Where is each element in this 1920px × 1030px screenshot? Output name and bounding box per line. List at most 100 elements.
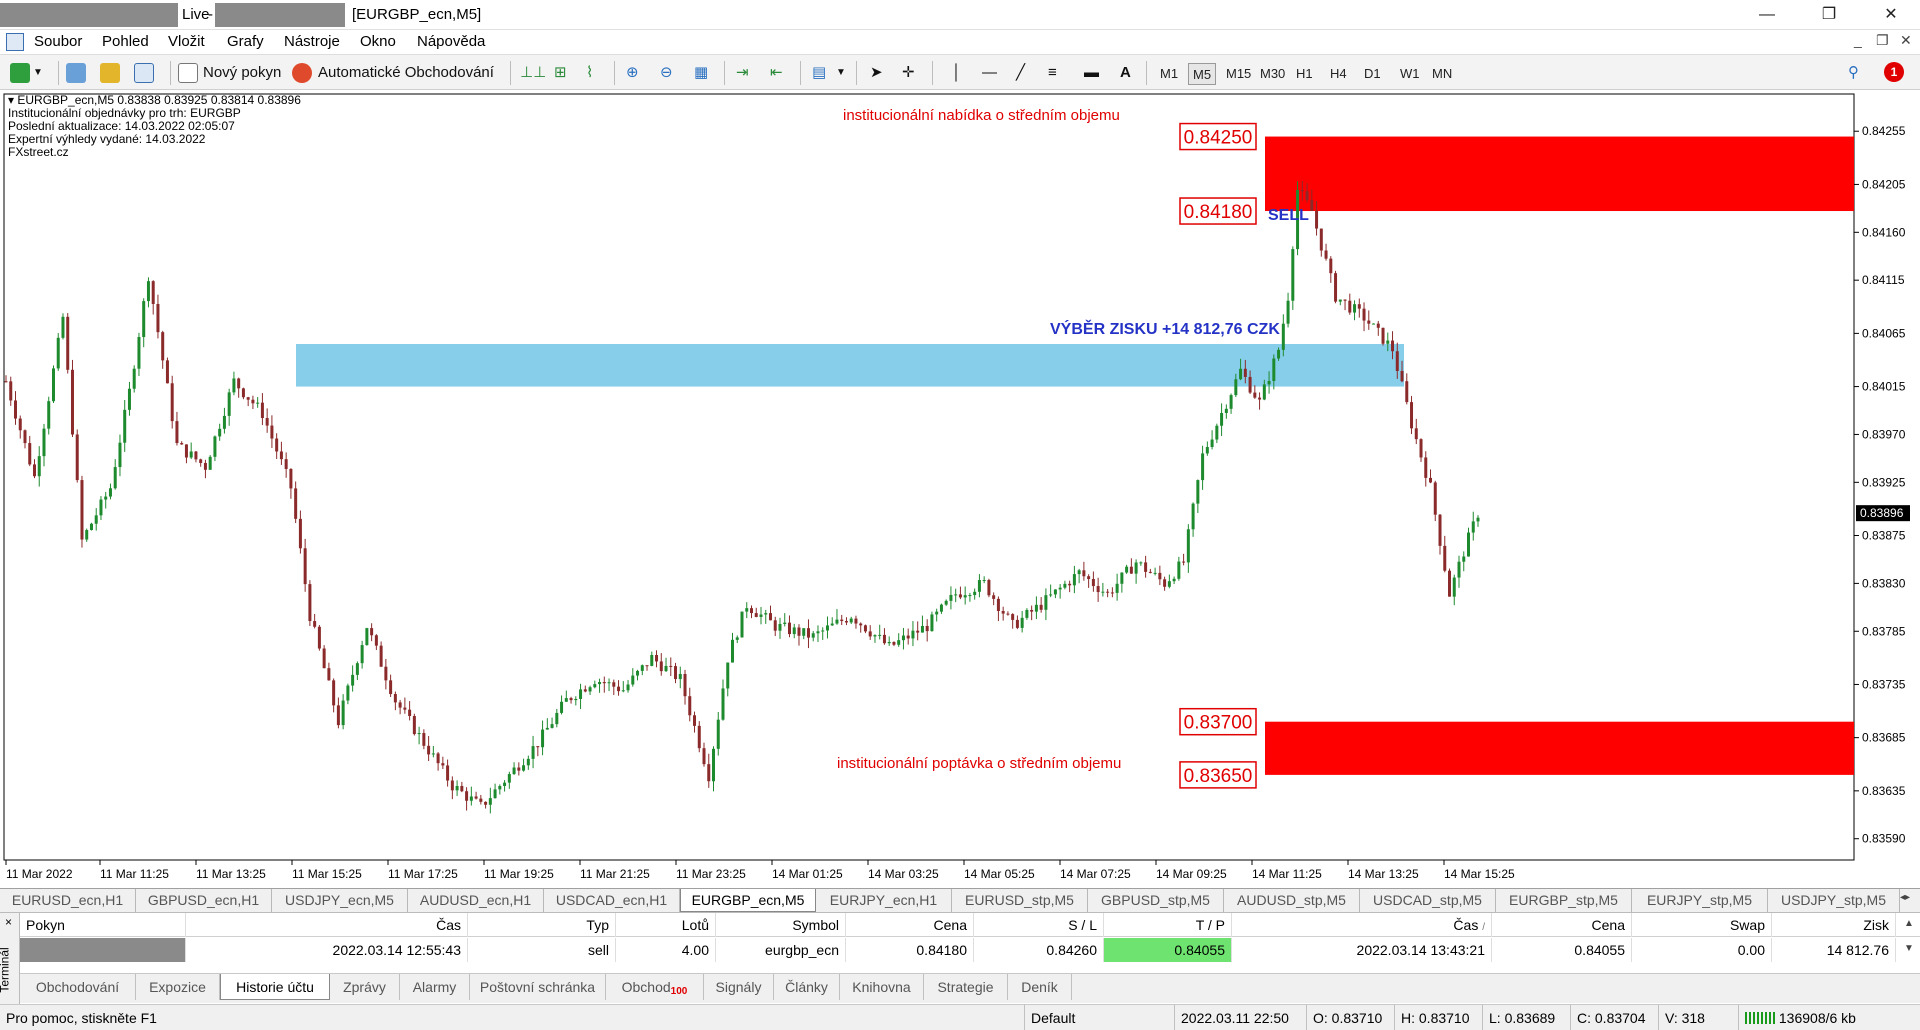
timeframe-m30[interactable]: M30 xyxy=(1256,63,1289,85)
child-minimize-button[interactable]: _ xyxy=(1854,32,1862,48)
autoscroll-icon[interactable]: ⇥ xyxy=(736,61,749,85)
symbol-tab-active[interactable]: EURGBP_ecn,M5 xyxy=(680,889,816,912)
col-lots[interactable]: Lotů xyxy=(616,913,716,937)
symbol-tab[interactable]: EURUSD_ecn,H1 xyxy=(0,889,136,912)
tab-market[interactable]: Obchod100 xyxy=(606,974,704,1000)
menu-insert[interactable]: Vložit xyxy=(168,33,205,50)
menu-window[interactable]: Okno xyxy=(360,33,396,50)
timeframe-mn[interactable]: MN xyxy=(1428,63,1456,85)
timeframe-d1[interactable]: D1 xyxy=(1360,63,1385,85)
tile-windows-icon[interactable]: ▦ xyxy=(694,61,708,85)
auto-trading-button[interactable]: Automatické Obchodování xyxy=(318,61,494,85)
menu-view[interactable]: Pohled xyxy=(102,33,149,50)
candle-body xyxy=(427,745,431,755)
col-close-price[interactable]: Cena xyxy=(1492,913,1632,937)
price-tick-label: 0.83875 xyxy=(1862,529,1906,543)
tab-signals[interactable]: Signály xyxy=(704,974,774,1000)
chart-window[interactable]: 0.84255 0.84205 0.84160 0.84115 0.84065 0.840… xyxy=(0,90,1920,890)
horizontal-line-icon[interactable]: — xyxy=(982,61,997,85)
chart-shift-icon[interactable]: ⇤ xyxy=(770,61,783,85)
bar-chart-icon[interactable]: ⊥⊥ xyxy=(520,61,546,85)
status-profile[interactable]: Default xyxy=(1024,1005,1174,1030)
tab-library[interactable]: Knihovna xyxy=(840,974,924,1000)
symbol-tab[interactable]: AUDUSD_stp,M5 xyxy=(1224,889,1360,912)
favorites-icon[interactable] xyxy=(100,63,120,83)
scroll-down-icon[interactable]: ▼ xyxy=(1904,943,1914,954)
tab-account-history[interactable]: Historie účtu xyxy=(220,974,330,1000)
status-connection[interactable]: 136908/6 kb xyxy=(1738,1005,1920,1030)
close-button[interactable]: ✕ xyxy=(1868,0,1914,30)
zoom-out-icon[interactable]: ⊖ xyxy=(660,61,673,85)
menu-file[interactable]: Soubor xyxy=(34,33,82,50)
minimize-button[interactable]: — xyxy=(1744,0,1790,30)
symbol-tab[interactable]: USDCAD_ecn,H1 xyxy=(544,889,680,912)
navigator-icon[interactable] xyxy=(134,63,154,83)
col-tp[interactable]: T / P xyxy=(1104,913,1232,937)
symbol-tab[interactable]: AUDUSD_ecn,H1 xyxy=(408,889,544,912)
alert-badge[interactable]: 1 xyxy=(1884,62,1904,82)
symbol-tab[interactable]: GBPUSD_stp,M5 xyxy=(1088,889,1224,912)
symbol-tab[interactable]: EURJPY_ecn,H1 xyxy=(816,889,952,912)
tab-exposure[interactable]: Expozice xyxy=(136,974,220,1000)
symbol-tab[interactable]: EURUSD_stp,M5 xyxy=(952,889,1088,912)
candle-chart-icon[interactable]: ⊞ xyxy=(554,61,567,85)
col-close-time[interactable]: Čas / xyxy=(1232,913,1492,937)
timeframe-m15[interactable]: M15 xyxy=(1222,63,1255,85)
new-order-button[interactable]: Nový pokyn xyxy=(203,61,281,85)
line-chart-icon[interactable]: ⌇ xyxy=(586,61,593,85)
symbol-tab[interactable]: EURGBP_stp,M5 xyxy=(1496,889,1632,912)
timeframe-h4[interactable]: H4 xyxy=(1326,63,1351,85)
col-sl[interactable]: S / L xyxy=(974,913,1104,937)
new-chart-icon[interactable] xyxy=(10,63,30,83)
tab-mailbox[interactable]: Poštovní schránka xyxy=(470,974,606,1000)
timeframe-m5[interactable]: M5 xyxy=(1188,63,1217,85)
col-order[interactable]: Pokyn xyxy=(20,913,186,937)
tab-journal[interactable]: Deník xyxy=(1008,974,1072,1000)
maximize-button[interactable]: ❐ xyxy=(1806,0,1852,30)
tab-alerts[interactable]: Alarmy xyxy=(400,974,470,1000)
col-time[interactable]: Čas xyxy=(186,913,468,937)
cursor-icon[interactable]: ➤ xyxy=(870,61,883,85)
timeframe-h1[interactable]: H1 xyxy=(1292,63,1317,85)
text-tool-icon[interactable]: A xyxy=(1120,61,1131,85)
symbol-tab[interactable]: USDCAD_stp,M5 xyxy=(1360,889,1496,912)
indicators-dropdown-icon[interactable]: ▼ xyxy=(836,61,846,85)
symbol-tab[interactable]: USDJPY_stp,M5 xyxy=(1768,889,1900,912)
col-type[interactable]: Typ xyxy=(468,913,616,937)
tab-scroll-icon[interactable]: ◂▸ xyxy=(1900,892,1910,903)
rectangle-icon[interactable]: ▬ xyxy=(1084,61,1099,85)
trendline-icon[interactable]: ╱ xyxy=(1016,61,1025,85)
vertical-line-icon[interactable]: │ xyxy=(952,61,961,85)
timeframe-w1[interactable]: W1 xyxy=(1396,63,1424,85)
new-chart-dropdown-icon[interactable]: ▼ xyxy=(33,61,43,85)
child-close-button[interactable]: ✕ xyxy=(1900,32,1912,49)
terminal-close-icon[interactable]: × xyxy=(5,915,12,929)
tab-articles[interactable]: Články xyxy=(774,974,840,1000)
menu-tools[interactable]: Nástroje xyxy=(284,33,340,50)
table-row[interactable]: 2022.03.14 12:55:43 sell 4.00 eurgbp_ecn… xyxy=(20,938,1920,962)
price-chart[interactable]: 0.84255 0.84205 0.84160 0.84115 0.84065 0.840… xyxy=(0,90,1920,890)
zoom-in-icon[interactable]: ⊕ xyxy=(626,61,639,85)
new-order-icon[interactable] xyxy=(178,63,198,83)
symbol-tab[interactable]: EURJPY_stp,M5 xyxy=(1632,889,1768,912)
crosshair-icon[interactable]: ✛ xyxy=(902,61,915,85)
menu-help[interactable]: Nápověda xyxy=(417,33,485,50)
profiles-icon[interactable] xyxy=(66,63,86,83)
col-profit[interactable]: Zisk xyxy=(1772,913,1896,937)
tab-news[interactable]: Zprávy xyxy=(330,974,400,1000)
symbol-tab[interactable]: USDJPY_ecn,M5 xyxy=(272,889,408,912)
symbol-tab[interactable]: GBPUSD_ecn,H1 xyxy=(136,889,272,912)
scroll-up-icon[interactable]: ▲ xyxy=(1904,918,1914,929)
tab-trading[interactable]: Obchodování xyxy=(20,974,136,1000)
col-symbol[interactable]: Symbol xyxy=(716,913,846,937)
indicators-icon[interactable]: ▤ xyxy=(812,61,826,85)
auto-trading-icon[interactable] xyxy=(292,63,312,83)
col-price[interactable]: Cena xyxy=(846,913,974,937)
menu-charts[interactable]: Grafy xyxy=(227,33,264,50)
channel-icon[interactable]: ≡ xyxy=(1048,61,1057,85)
col-swap[interactable]: Swap xyxy=(1632,913,1772,937)
child-restore-button[interactable]: ❐ xyxy=(1876,32,1889,49)
timeframe-m1[interactable]: M1 xyxy=(1156,63,1182,85)
tab-strategy[interactable]: Strategie xyxy=(924,974,1008,1000)
search-icon[interactable]: ⚲ xyxy=(1848,61,1859,85)
